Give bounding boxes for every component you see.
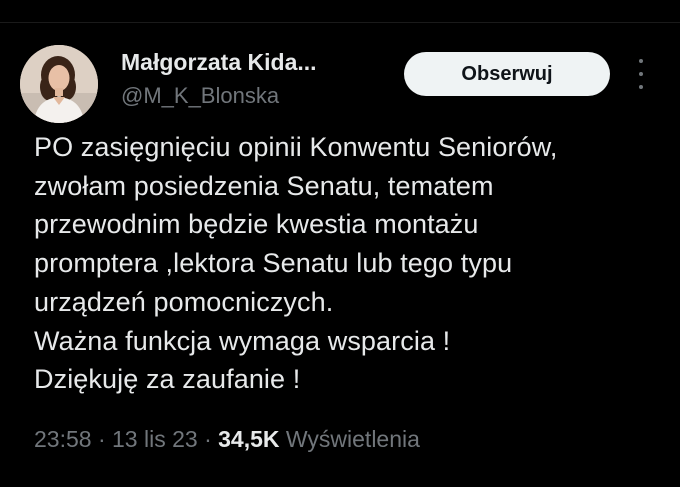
tweet-text-line: Dziękuję za zaufanie ! [34,364,301,395]
meta-separator: · [97,426,106,452]
tweet-date[interactable]: 13 lis 23 [112,426,198,452]
tweet-text: PO zasięgnięciu opinii Konwentu Seniorów… [34,128,664,399]
views-count: 34,5K [218,426,280,452]
views-label: Wyświetlenia [285,426,420,452]
tweet-text-line: Ważna funkcja wymaga wsparcia ! [34,325,451,356]
tweet-card: Małgorzata Kida... @M_K_Blonska Obserwuj… [0,23,680,487]
tweet-time[interactable]: 23:58 [34,426,92,452]
avatar[interactable] [20,45,98,123]
tweet-text-line: przewodnim będzie kwestia montażu [34,209,479,240]
tweet-text-line: urządzeń pomocniczych. [34,286,334,317]
tweet-text-line: promptera ,lektora Senatu lub tego typu [34,248,513,279]
dot [639,59,643,63]
more-vertical-icon[interactable] [630,59,652,89]
top-divider [0,0,680,23]
tweet-text-line: zwołam posiedzenia Senatu, tematem [34,170,494,201]
tweet-meta: 23:58 · 13 lis 23 · 34,5K Wyświetlenia [34,426,420,453]
dot [639,72,643,76]
author-display-name[interactable]: Małgorzata Kida... [121,49,317,76]
author-handle[interactable]: @M_K_Blonska [121,83,279,109]
tweet-text-line: PO zasięgnięciu opinii Konwentu Seniorów… [34,132,558,162]
meta-separator: · [204,426,212,452]
follow-button[interactable]: Obserwuj [404,52,610,96]
profile-photo-icon [20,45,98,123]
dot [639,85,643,89]
